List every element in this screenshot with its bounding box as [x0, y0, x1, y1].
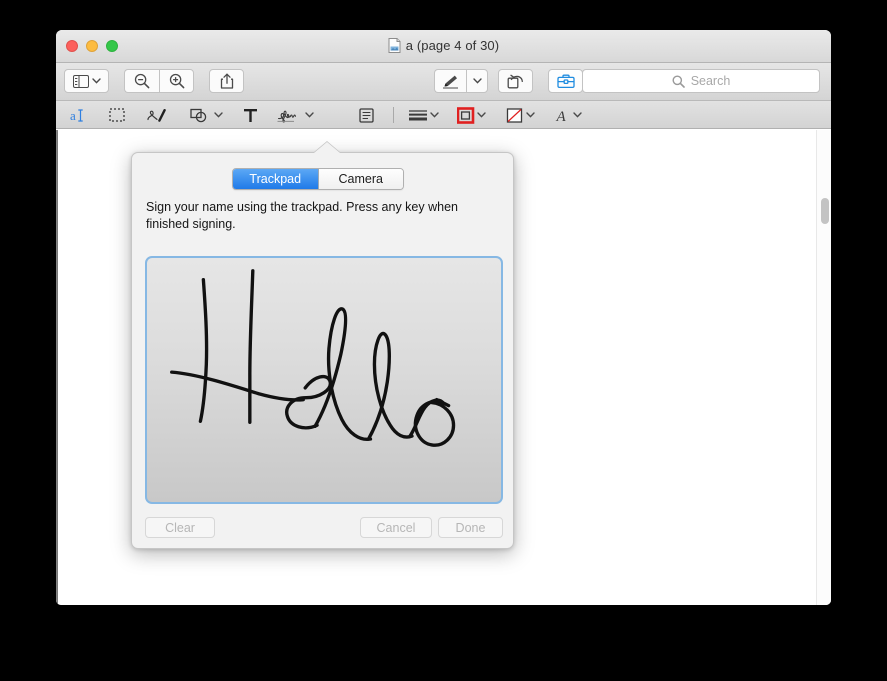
done-button[interactable]: Done [438, 517, 503, 538]
chevron-down-icon [91, 78, 101, 84]
signature-tool[interactable] [274, 101, 316, 129]
chevron-down-icon [304, 112, 314, 118]
text-t-icon [243, 108, 257, 122]
zoom-in-icon [169, 73, 184, 89]
note-icon [358, 107, 374, 123]
document-icon [388, 38, 401, 53]
preview-window: a (page 4 of 30) Search a A Trackpad Cam… [56, 30, 831, 605]
share-icon [220, 73, 233, 89]
fill-color-tool[interactable] [499, 101, 541, 129]
text-selection-tool[interactable]: a [64, 101, 92, 129]
zoom-out-icon [134, 73, 150, 89]
svg-text:A: A [555, 109, 566, 123]
signature-icon [277, 110, 296, 122]
border-color-tool[interactable] [450, 101, 492, 129]
chevron-down-icon [472, 78, 482, 84]
share-button[interactable] [209, 69, 244, 93]
chevron-down-icon [429, 112, 439, 118]
marquee-select-icon [109, 108, 125, 122]
close-button[interactable] [66, 40, 78, 52]
shapes-icon [189, 108, 206, 122]
sketch-tool[interactable] [142, 101, 172, 129]
sketch-icon [147, 108, 166, 122]
shapes-tool[interactable] [186, 101, 226, 129]
toolbox-icon [556, 74, 575, 88]
title-bar: a (page 4 of 30) [56, 30, 831, 63]
maximize-button[interactable] [106, 40, 118, 52]
text-tool[interactable] [236, 101, 264, 129]
markup-toolbox-button[interactable] [548, 69, 583, 93]
border-color-icon [456, 106, 474, 124]
cancel-button[interactable]: Cancel [360, 517, 432, 538]
search-input[interactable]: Search [582, 69, 820, 93]
zoom-out-button[interactable] [124, 69, 159, 93]
fill-color-none-icon [506, 107, 522, 123]
chevron-down-icon [525, 112, 535, 118]
capture-mode-segmented-control: Trackpad Camera [232, 168, 404, 190]
note-tool[interactable] [352, 101, 380, 129]
minimize-button[interactable] [86, 40, 98, 52]
page-title: a (page 4 of 30) [405, 38, 500, 53]
signature-drawing [170, 269, 456, 447]
border-style-tool[interactable] [403, 101, 443, 129]
zoom-in-button[interactable] [159, 69, 194, 93]
line-weight-icon [408, 110, 427, 121]
main-toolbar: Search [56, 63, 831, 101]
text-style-tool[interactable]: A [548, 101, 588, 129]
popover-arrow [314, 142, 340, 153]
markup-options-button[interactable] [466, 69, 488, 93]
vertical-scrollbar[interactable] [816, 130, 831, 605]
font-style-icon: A [555, 109, 566, 123]
chevron-down-icon [572, 112, 582, 118]
tab-camera[interactable]: Camera [318, 169, 403, 189]
signature-canvas[interactable] [145, 256, 503, 504]
search-icon [672, 75, 685, 88]
rotate-left-icon [507, 74, 523, 89]
title-group: a (page 4 of 30) [56, 38, 831, 53]
sidebar-icon [72, 74, 89, 88]
signature-capture-popover: Trackpad Camera Sign your name using the… [131, 142, 514, 549]
tab-trackpad[interactable]: Trackpad [233, 169, 319, 189]
annotation-toolbar: a A [56, 101, 831, 129]
markup-toolbar-button[interactable] [434, 69, 466, 93]
instruction-text: Sign your name using the trackpad. Press… [146, 200, 458, 231]
toolbar-divider [393, 107, 394, 123]
text-select-icon: a [70, 108, 83, 123]
rectangular-selection-tool[interactable] [103, 101, 131, 129]
markup-pen-icon [443, 75, 458, 89]
svg-text:a: a [70, 108, 76, 123]
sidebar-toggle-button[interactable] [64, 69, 109, 93]
chevron-down-icon [476, 112, 486, 118]
clear-button[interactable]: Clear [145, 517, 215, 538]
scrollbar-thumb[interactable] [821, 198, 829, 224]
rotate-left-button[interactable] [498, 69, 533, 93]
chevron-down-icon [213, 112, 223, 118]
search-placeholder: Search [690, 74, 731, 88]
